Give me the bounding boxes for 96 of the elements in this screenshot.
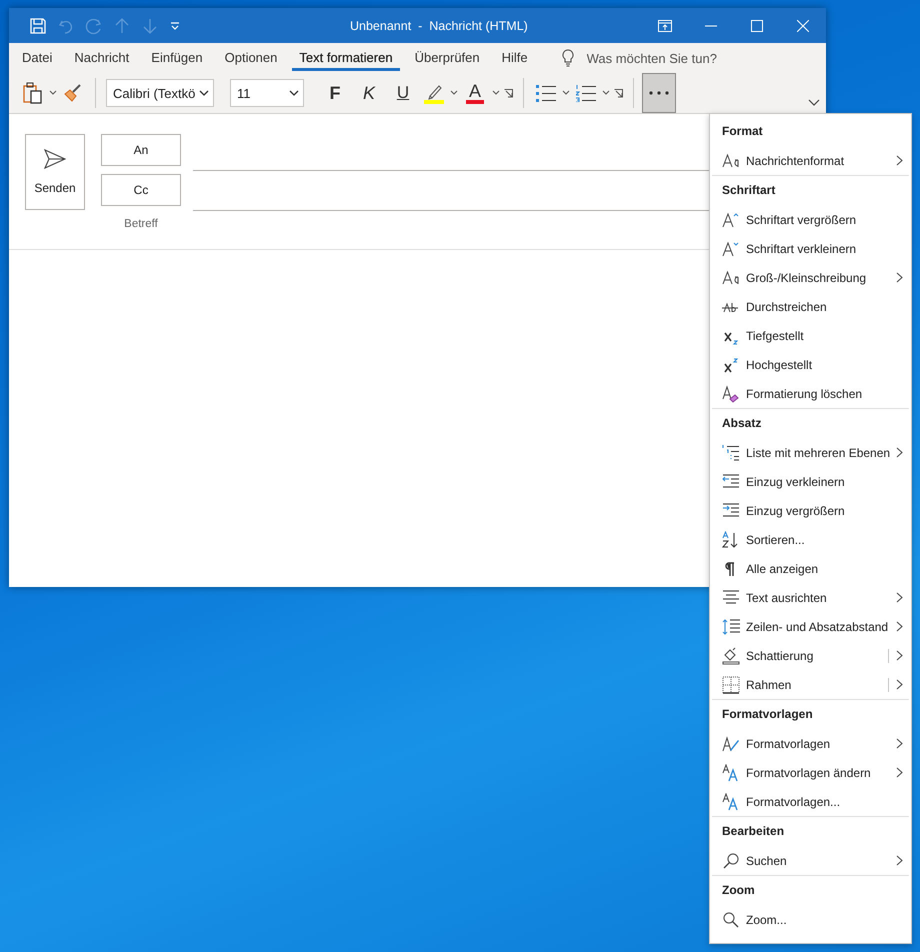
menu-item[interactable]: Schriftart vergrößern bbox=[710, 205, 911, 234]
numbered-list-icon bbox=[576, 84, 596, 102]
cc-button[interactable]: Cc bbox=[101, 174, 181, 206]
decrease-indent-icon bbox=[722, 472, 740, 490]
maximize-icon bbox=[751, 20, 763, 32]
menu-item[interactable]: Alle anzeigen bbox=[710, 554, 911, 583]
menu-section-heading: Format bbox=[721, 123, 764, 140]
menu-item[interactable]: Schattierung bbox=[710, 641, 911, 670]
dialog-launcher-icon[interactable] bbox=[504, 88, 513, 98]
menu-section-heading: Formatvorlagen bbox=[721, 706, 814, 723]
caret-icon[interactable] bbox=[49, 90, 57, 96]
paint-bucket-icon bbox=[722, 646, 740, 664]
ribbon-tab[interactable]: Nachricht bbox=[67, 46, 136, 70]
borders-icon bbox=[722, 676, 740, 694]
font-color-button[interactable]: A bbox=[462, 79, 488, 107]
menu-item[interactable]: Einzug verkleinern bbox=[710, 467, 911, 496]
menu-section-heading: Bearbeiten bbox=[721, 823, 786, 840]
line-spacing-icon bbox=[722, 618, 740, 636]
menu-item[interactable]: Sortieren... bbox=[710, 525, 911, 554]
caret-icon[interactable] bbox=[492, 90, 500, 96]
chevron-right-icon bbox=[896, 738, 903, 749]
clear-formatting-icon bbox=[722, 384, 740, 402]
paintbrush-icon bbox=[63, 83, 83, 103]
chevron-right-icon bbox=[896, 679, 903, 690]
caret-icon[interactable] bbox=[602, 90, 610, 96]
lightbulb-icon bbox=[560, 49, 575, 67]
menu-item[interactable]: Einzug vergrößern bbox=[710, 496, 911, 525]
font-size-dropdown[interactable]: 11 bbox=[230, 79, 304, 107]
chevron-down-icon bbox=[289, 90, 299, 96]
menu-item[interactable]: Formatvorlagen ändern bbox=[710, 758, 911, 787]
send-button[interactable]: Senden bbox=[25, 134, 85, 210]
styles-letters-icon bbox=[722, 792, 740, 810]
menu-item[interactable]: Hochgestellt bbox=[710, 350, 911, 379]
menu-item[interactable]: Formatierung löschen bbox=[710, 379, 911, 408]
menu-item[interactable]: Groß-/Kleinschreibung bbox=[710, 263, 911, 292]
ribbon-tab[interactable]: Hilfe bbox=[494, 46, 535, 70]
styles-letters-icon bbox=[722, 764, 740, 782]
menu-item[interactable]: Rahmen bbox=[710, 670, 911, 699]
window-title: Unbenannt - Nachricht (HTML) bbox=[349, 18, 529, 32]
ribbon-tab[interactable]: Datei bbox=[15, 46, 60, 70]
search-field[interactable]: Was möchten Sie tun? bbox=[584, 50, 739, 66]
menu-item[interactable]: Tiefgestellt bbox=[710, 321, 911, 350]
chevron-right-icon bbox=[896, 447, 903, 458]
superscript-icon bbox=[722, 356, 740, 374]
ribbon-display-icon bbox=[658, 20, 672, 32]
grow-font-icon bbox=[722, 210, 740, 228]
menu-item[interactable]: Nachrichtenformat bbox=[710, 146, 911, 175]
sort-icon bbox=[722, 530, 740, 548]
dialog-launcher-icon[interactable] bbox=[614, 88, 623, 98]
chevron-right-icon bbox=[896, 767, 903, 778]
bulleted-list-icon bbox=[536, 84, 556, 102]
chevron-down-icon[interactable] bbox=[808, 99, 820, 106]
styles-icon bbox=[722, 734, 740, 752]
search-icon bbox=[722, 852, 740, 870]
bold-button[interactable]: F bbox=[320, 79, 350, 107]
ribbon-tab[interactable]: Optionen bbox=[218, 46, 284, 70]
ribbon-tab[interactable]: Einfügen bbox=[144, 46, 210, 70]
multilevel-list-icon bbox=[722, 444, 740, 462]
menu-item[interactable]: Suchen bbox=[710, 846, 911, 875]
send-icon bbox=[44, 149, 66, 169]
chevron-right-icon bbox=[896, 272, 903, 283]
underline-button[interactable]: U bbox=[388, 79, 418, 107]
shrink-font-icon bbox=[722, 240, 740, 258]
font-dropdown[interactable]: Calibri (Textkö bbox=[106, 79, 214, 107]
align-text-icon bbox=[722, 588, 740, 606]
menu-item[interactable]: Liste mit mehreren Ebenen bbox=[710, 438, 911, 467]
case-letters-icon bbox=[722, 152, 740, 170]
menu-section-heading: Absatz bbox=[721, 415, 762, 432]
chevron-right-icon bbox=[896, 650, 903, 661]
zoom-icon bbox=[722, 910, 740, 928]
caret-icon[interactable] bbox=[562, 90, 570, 96]
menu-item[interactable]: Zoom... bbox=[710, 905, 911, 934]
menu-section-heading: Schriftart bbox=[721, 182, 776, 199]
menu-item[interactable]: Durchstreichen bbox=[710, 292, 911, 321]
menu-item[interactable]: Formatvorlagen bbox=[710, 729, 911, 758]
chevron-right-icon bbox=[896, 621, 903, 632]
menu-item[interactable]: Formatvorlagen... bbox=[710, 787, 911, 816]
ribbon-tab[interactable]: Überprüfen bbox=[408, 46, 487, 70]
close-icon bbox=[797, 20, 809, 32]
save-icon[interactable] bbox=[29, 16, 47, 34]
chevron-right-icon bbox=[896, 155, 903, 166]
subject-label: Betreff bbox=[123, 217, 159, 232]
clipboard-icon bbox=[23, 82, 43, 104]
increase-indent-icon bbox=[722, 502, 740, 520]
chevron-down-icon bbox=[199, 90, 209, 96]
italic-button[interactable]: K bbox=[354, 79, 384, 107]
menu-item[interactable]: Zeilen- und Absatzabstand bbox=[710, 612, 911, 641]
to-button[interactable]: An bbox=[101, 134, 181, 166]
caret-icon[interactable] bbox=[450, 90, 458, 96]
menu-item[interactable]: Schriftart verkleinern bbox=[710, 234, 911, 263]
chevron-right-icon bbox=[896, 855, 903, 866]
menu-item[interactable]: Text ausrichten bbox=[710, 583, 911, 612]
menu-section-heading: Zoom bbox=[721, 882, 756, 899]
chevron-right-icon bbox=[896, 592, 903, 603]
ellipsis-icon bbox=[649, 91, 669, 95]
case-letters-icon bbox=[722, 268, 740, 286]
